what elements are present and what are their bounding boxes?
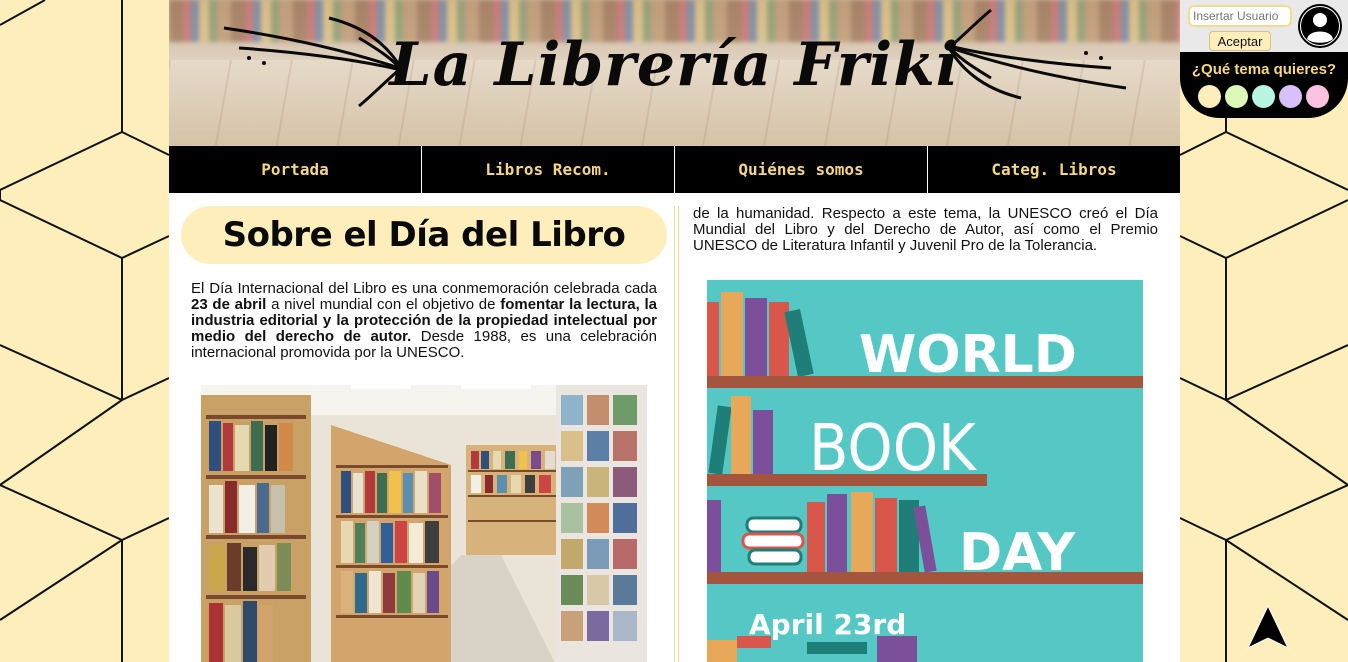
article-intro-paragraph: El Día Internacional del Libro es una co… [191, 281, 657, 361]
poster-word-book: BOOK [809, 412, 977, 486]
nav-item-categorias-libros[interactable]: Categ. Libros [928, 146, 1180, 193]
intro-text-1: El Día Internacional del Libro es una co… [191, 280, 657, 297]
intro-text-2: a nivel mundial con el objetivo de [266, 296, 501, 313]
theme-selector: ¿Qué tema quieres? [1180, 52, 1348, 118]
poster-word-world: WORLD [859, 325, 1077, 385]
mouse-cursor-icon [1246, 604, 1290, 650]
article-heading: Sobre el Día del Libro [181, 206, 667, 264]
theme-swatch-pink[interactable] [1306, 85, 1329, 108]
page-container: La Librería Friki Portada Libros Recom. … [169, 0, 1180, 662]
theme-swatch-green[interactable] [1225, 85, 1248, 108]
article-right-column: de la humanidad. Respecto a este tema, l… [693, 205, 1158, 662]
bookstore-photo [201, 385, 647, 662]
user-login-box: Aceptar [1180, 0, 1348, 52]
theme-swatch-mint[interactable] [1252, 85, 1275, 108]
theme-swatch-yellow[interactable] [1198, 85, 1221, 108]
theme-swatches [1198, 85, 1329, 108]
poster-word-day: DAY [959, 523, 1076, 583]
theme-swatch-purple[interactable] [1279, 85, 1302, 108]
user-panel: Aceptar ¿Qué tema quieres? [1180, 0, 1348, 118]
header-banner: La Librería Friki [169, 0, 1180, 146]
accept-button[interactable]: Aceptar [1209, 31, 1271, 51]
article-left-column: Sobre el Día del Libro El Día Internacio… [181, 206, 667, 662]
world-book-day-poster: WORLD BOOK DAY April 23rd [707, 280, 1143, 662]
main-navigation: Portada Libros Recom. Quiénes somos Cate… [169, 146, 1180, 193]
article-right-paragraph: de la humanidad. Respecto a este tema, l… [693, 205, 1158, 254]
user-avatar-icon[interactable] [1298, 4, 1342, 48]
intro-bold-date: 23 de abril [191, 296, 267, 313]
theme-label: ¿Qué tema quieres? [1191, 61, 1337, 78]
username-input[interactable] [1188, 5, 1292, 27]
column-divider [674, 206, 679, 662]
site-title: La Librería Friki [389, 30, 960, 100]
nav-item-portada[interactable]: Portada [169, 146, 422, 193]
nav-item-libros-recomendados[interactable]: Libros Recom. [422, 146, 675, 193]
nav-item-quienes-somos[interactable]: Quiénes somos [675, 146, 928, 193]
